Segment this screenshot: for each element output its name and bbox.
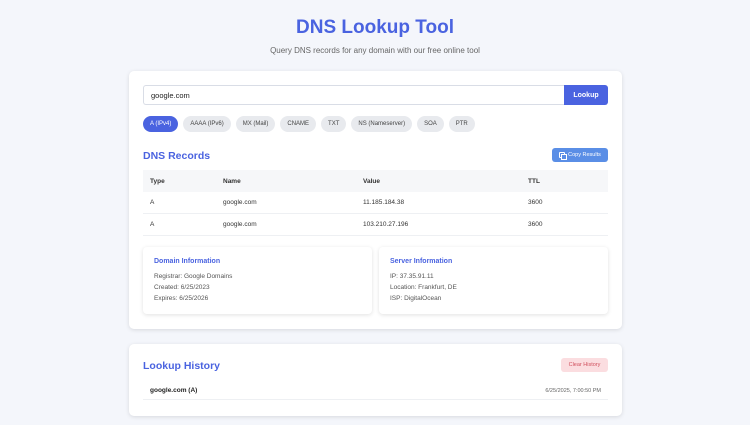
server-location-text: Location: Frankfurt, DE [390,284,457,291]
registrar-text: Registrar: Google Domains [154,273,233,280]
domain-search-input[interactable] [143,85,565,105]
record-type-a[interactable]: A (IPv4) [143,116,179,132]
dns-records-title: DNS Records [143,150,211,162]
table-row: A google.com 11.185.184.38 3600 [143,192,608,214]
server-information-panel: Server Information IP: 37.35.91.11 Locat… [379,247,608,314]
history-item[interactable]: google.com (A) 6/25/2025, 7:00:50 PM [143,382,608,400]
record-type-soa[interactable]: SOA [417,116,444,132]
domain-information-panel: Domain Information Registrar: Google Dom… [143,247,372,314]
server-ip-text: IP: 37.35.91.11 [390,273,434,280]
record-type-ns[interactable]: NS (Nameserver) [351,116,413,132]
copy-results-label: Copy Results [568,152,601,158]
record-type-mx[interactable]: MX (Mail) [235,116,276,132]
cell-ttl: 3600 [528,199,543,206]
record-type-ptr[interactable]: PTR [448,116,475,132]
history-query: google.com (A) [150,387,198,394]
page-subtitle: Query DNS records for any domain with ou… [270,46,480,55]
domain-information-title: Domain Information [154,258,221,265]
table-row: A google.com 103.210.27.196 3600 [143,214,608,236]
created-date-text: Created: 6/25/2023 [154,284,210,291]
column-header-type: Type [150,177,165,185]
column-header-name: Name [223,177,241,185]
cell-value: 103.210.27.196 [363,221,409,228]
cell-ttl: 3600 [528,221,543,228]
server-isp-text: ISP: DigitalOcean [390,295,442,302]
lookup-card: Lookup A (IPv4) AAAA (IPv6) MX (Mail) CN… [129,71,622,329]
lookup-history-title: Lookup History [143,360,221,372]
record-type-txt[interactable]: TXT [321,116,347,132]
cell-type: A [150,199,155,206]
expires-date-text: Expires: 6/25/2026 [154,295,209,302]
copy-icon [559,152,568,160]
cell-name: google.com [223,221,257,228]
server-information-title: Server Information [390,258,453,265]
record-type-cname[interactable]: CNAME [280,116,317,132]
table-header: Type Name Value TTL [143,170,608,192]
cell-name: google.com [223,199,257,206]
cell-type: A [150,221,155,228]
column-header-ttl: TTL [528,177,540,185]
clear-history-button[interactable]: Clear History [561,358,608,372]
lookup-button[interactable]: Lookup [564,85,608,105]
page-title: DNS Lookup Tool [296,17,454,38]
column-header-value: Value [363,177,380,185]
record-type-selector: A (IPv4) AAAA (IPv6) MX (Mail) CNAME TXT… [143,116,475,132]
copy-results-button[interactable]: Copy Results [552,148,608,162]
history-timestamp: 6/25/2025, 7:00:50 PM [545,387,601,394]
record-type-aaaa[interactable]: AAAA (IPv6) [183,116,231,132]
dns-records-table: Type Name Value TTL A google.com 11.185.… [143,170,608,236]
lookup-history-card: Lookup History Clear History google.com … [129,344,622,416]
cell-value: 11.185.184.38 [363,199,405,206]
